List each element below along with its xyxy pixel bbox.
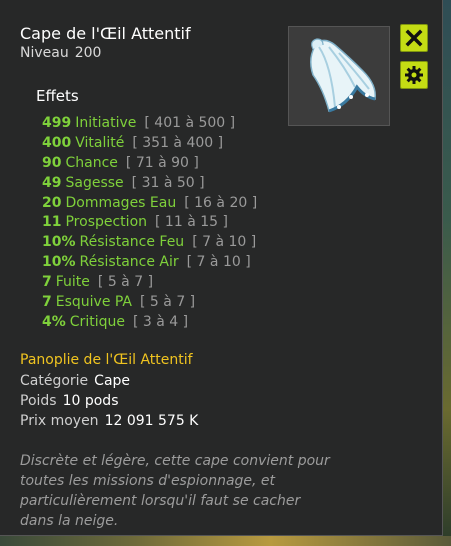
description-line: toutes les missions d'espionnage, et xyxy=(20,473,276,489)
item-description: Discrète et légère, cette cape convient … xyxy=(20,451,420,531)
effect-row: 49 Sagesse [ 31 à 50 ] xyxy=(42,174,257,194)
effect-range: [ 31 à 50 ] xyxy=(131,174,205,191)
effect-row: 11 Prospection [ 11 à 15 ] xyxy=(42,213,257,233)
effect-row: 10% Résistance Air [ 7 à 10 ] xyxy=(42,253,257,273)
effect-row: 10% Résistance Feu [ 7 à 10 ] xyxy=(42,233,257,253)
effect-range: [ 3 à 4 ] xyxy=(132,313,189,330)
price-label: Prix moyen xyxy=(20,413,99,429)
background-scene-bottom xyxy=(0,536,451,546)
effect-stat: Vitalité xyxy=(75,134,125,151)
close-icon xyxy=(405,29,423,47)
effect-value: 7 xyxy=(42,294,52,311)
effect-value: 20 xyxy=(42,194,62,211)
item-tooltip: Cape de l'Œil Attentif Niveau 200 Effets… xyxy=(0,0,443,536)
effect-value: 90 xyxy=(42,154,62,171)
effects-list: 499 Initiative[ 401 à 500 ] 400 Vitalité[ … xyxy=(42,114,257,333)
settings-button[interactable] xyxy=(400,61,428,89)
effects-title: Effets xyxy=(36,87,79,105)
effect-stat: Dommages Eau xyxy=(65,194,177,211)
effect-stat: Résistance Air xyxy=(79,254,179,271)
price-row: Prix moyen 12 091 575 K xyxy=(20,412,198,430)
effect-range: [ 7 à 10 ] xyxy=(186,254,251,271)
effect-range: [ 11 à 15 ] xyxy=(155,214,228,231)
effect-value: 400 xyxy=(42,134,72,151)
gear-icon xyxy=(405,66,423,84)
effect-stat: Esquive PA xyxy=(55,294,133,311)
effect-stat: Résistance Feu xyxy=(79,234,185,251)
item-name: Cape de l'Œil Attentif xyxy=(20,24,191,43)
effect-stat: Initiative xyxy=(75,115,137,131)
category-value: Cape xyxy=(94,373,131,389)
effect-stat: Chance xyxy=(65,154,118,171)
category-label: Catégorie xyxy=(20,373,89,389)
effect-range: [ 5 à 7 ] xyxy=(97,274,154,291)
effect-value: 49 xyxy=(42,174,62,191)
effect-row: 90 Chance [ 71 à 90 ] xyxy=(42,154,257,174)
level-value: 200 xyxy=(74,45,102,61)
effect-stat: Sagesse xyxy=(65,174,124,191)
effect-row: 400 Vitalité [ 351 à 400 ] xyxy=(42,134,257,154)
effect-value: 4% xyxy=(42,313,66,330)
effect-row: 499 Initiative [ 401 à 500 ] xyxy=(42,114,257,134)
effect-stat: Fuite xyxy=(55,274,90,291)
item-level: Niveau 200 xyxy=(20,44,101,62)
effect-row: 7 Fuite [ 5 à 7 ] xyxy=(42,273,257,293)
weight-value: 10 pods xyxy=(62,393,119,409)
effect-stat: Critique xyxy=(69,313,125,330)
effect-stat: Prospection xyxy=(65,214,148,231)
set-link[interactable]: Panoplie de l'Œil Attentif xyxy=(20,351,193,369)
effect-value: 10% xyxy=(42,234,76,251)
level-label: Niveau xyxy=(20,45,69,61)
price-value: 12 091 575 K xyxy=(104,413,199,429)
description-line: particulièrement lorsqu'il faut se cache… xyxy=(20,493,301,509)
description-line: Discrète et légère, cette cape convient … xyxy=(20,453,330,469)
effect-row: 4% Critique [ 3 à 4 ] xyxy=(42,313,257,333)
effect-range: [ 7 à 10 ] xyxy=(192,234,257,251)
cape-icon xyxy=(288,26,390,126)
weight-row: Poids 10 pods xyxy=(20,392,119,410)
effect-value: 10% xyxy=(42,254,76,271)
effect-range: [ 351 à 400 ] xyxy=(132,134,224,151)
effect-value: 11 xyxy=(42,214,62,231)
effect-range: [ 401 à 500 ] xyxy=(144,115,236,131)
close-button[interactable] xyxy=(400,24,428,52)
weight-label: Poids xyxy=(20,393,57,409)
effect-range: [ 16 à 20 ] xyxy=(184,194,258,211)
effect-range: [ 5 à 7 ] xyxy=(140,294,196,311)
effect-range: [ 71 à 90 ] xyxy=(125,154,199,171)
effect-value: 7 xyxy=(42,274,52,291)
effect-row: 20 Dommages Eau [ 16 à 20 ] xyxy=(42,194,257,214)
category-row: Catégorie Cape xyxy=(20,372,130,390)
description-line: dans la neige. xyxy=(20,513,119,529)
effect-row: 7 Esquive PA [ 5 à 7 ] xyxy=(42,293,257,313)
background-scene-right xyxy=(443,0,451,546)
effect-value: 499 xyxy=(42,115,72,131)
